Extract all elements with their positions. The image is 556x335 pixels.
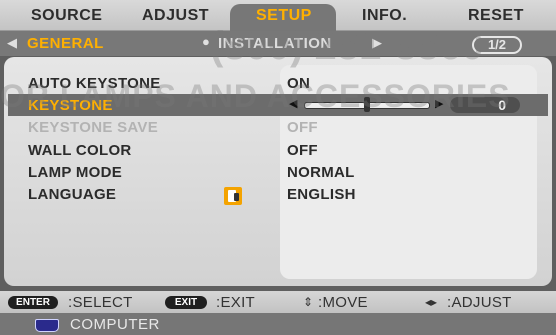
keystone-slider-thumb[interactable] bbox=[364, 97, 370, 112]
setting-value-lamp-mode[interactable]: NORMAL bbox=[287, 164, 355, 181]
prev-page-arrow-icon[interactable]: ◀ bbox=[7, 35, 17, 51]
vga-connector-icon bbox=[35, 319, 59, 332]
tab-setup[interactable]: SETUP bbox=[256, 7, 312, 25]
sub-tab-bar: ◀ GENERAL ● INSTALLATION ▶ 1/2 bbox=[0, 31, 556, 56]
separator-dot-icon: ● bbox=[202, 34, 210, 49]
source-bar: COMPUTER bbox=[0, 313, 556, 335]
adjust-hint: :ADJUST bbox=[447, 294, 512, 311]
language-icon bbox=[224, 187, 242, 205]
left-right-arrows-icon: ◂▸ bbox=[425, 295, 438, 309]
enter-key-badge: ENTER bbox=[8, 296, 58, 309]
setting-value-language[interactable]: ENGLISH bbox=[287, 186, 356, 203]
setting-label-lamp-mode[interactable]: LAMP MODE bbox=[28, 164, 122, 181]
page-indicator: 1/2 bbox=[472, 36, 522, 54]
setting-label-auto-keystone[interactable]: AUTO KEYSTONE bbox=[28, 75, 161, 92]
setting-value-wall-color[interactable]: OFF bbox=[287, 142, 318, 159]
setting-label-wall-color[interactable]: WALL COLOR bbox=[28, 142, 132, 159]
top-menu-bar: SOURCE ADJUST SETUP INFO. RESET bbox=[0, 0, 556, 32]
subtab-general[interactable]: GENERAL bbox=[27, 35, 104, 52]
select-hint: :SELECT bbox=[68, 294, 133, 311]
exit-key-badge: EXIT bbox=[165, 296, 207, 309]
tab-reset[interactable]: RESET bbox=[468, 7, 524, 25]
exit-hint: :EXIT bbox=[216, 294, 256, 311]
current-source-label: COMPUTER bbox=[70, 316, 160, 333]
setting-label-keystone-save: KEYSTONE SAVE bbox=[28, 119, 159, 136]
next-page-arrow-icon[interactable]: ▶ bbox=[372, 35, 382, 51]
subtab-installation[interactable]: INSTALLATION bbox=[218, 35, 332, 52]
keystone-slider[interactable] bbox=[304, 97, 430, 112]
slider-right-arrow-icon[interactable]: ▶ bbox=[435, 97, 443, 110]
up-down-arrows-icon: ⇕ bbox=[303, 295, 314, 309]
tab-info[interactable]: INFO. bbox=[362, 7, 407, 25]
tab-adjust[interactable]: ADJUST bbox=[142, 7, 209, 25]
settings-panel: AUTO KEYSTONE ON KEYSTONE ◀ ▶ 0 KEYSTONE… bbox=[4, 57, 552, 286]
setting-value-keystone-save: OFF bbox=[287, 119, 318, 136]
keystone-value: 0 bbox=[450, 97, 520, 113]
setting-label-language[interactable]: LANGUAGE bbox=[28, 186, 116, 203]
key-help-footer: ENTER :SELECT EXIT :EXIT ⇕ :MOVE ◂▸ :ADJ… bbox=[0, 291, 556, 313]
tab-source[interactable]: SOURCE bbox=[31, 7, 102, 25]
setting-value-auto-keystone[interactable]: ON bbox=[287, 75, 310, 92]
setting-label-keystone[interactable]: KEYSTONE bbox=[28, 97, 113, 114]
slider-left-arrow-icon[interactable]: ◀ bbox=[289, 97, 297, 110]
move-hint: :MOVE bbox=[318, 294, 368, 311]
